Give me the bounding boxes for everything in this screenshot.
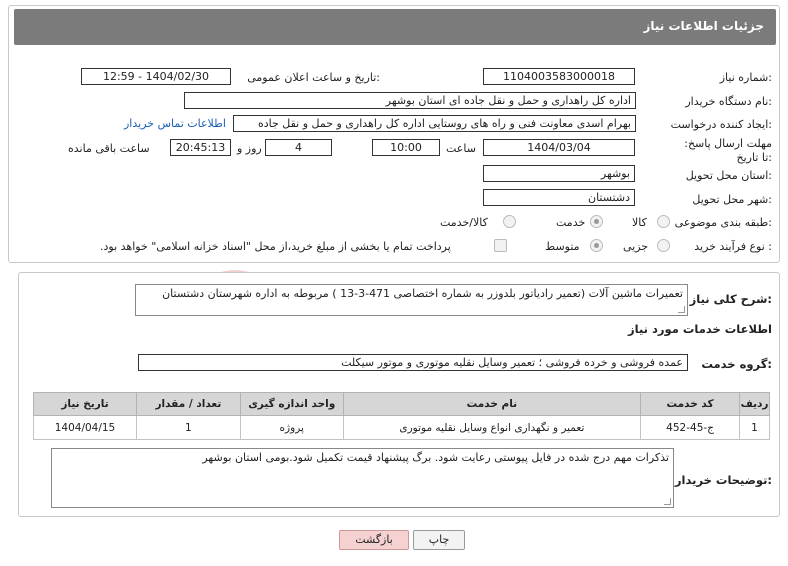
summary-text: تعمیرات ماشین آلات (تعمیر رادیاتور بلدوز… xyxy=(162,287,683,300)
deadline-time-label: ساعت xyxy=(446,142,476,155)
category-option-goods: کالا xyxy=(632,216,647,229)
announce-field[interactable]: 1404/02/30 - 12:59 xyxy=(81,68,231,85)
category-label: طبقه بندی موضوعی: xyxy=(674,216,772,229)
announce-label: تاریخ و ساعت اعلان عمومی: xyxy=(247,71,380,84)
process-radio-minor[interactable] xyxy=(657,239,670,252)
back-button[interactable]: بازگشت xyxy=(339,530,409,550)
col-header-quantity: تعداد / مقدار xyxy=(135,392,241,416)
service-group-field[interactable]: عمده فروشی و خرده فروشی ؛ تعمیر وسایل نق… xyxy=(138,354,688,371)
category-radio-goods-service[interactable] xyxy=(503,215,516,228)
remaining-label: ساعت باقی مانده xyxy=(68,142,150,155)
service-group-label: گروه خدمت: xyxy=(701,357,772,371)
payment-note: پرداخت تمام یا بخشی از مبلغ خرید،از محل … xyxy=(100,240,451,253)
deadline-time-field[interactable]: 10:00 xyxy=(372,139,440,156)
city-field[interactable]: دشتستان xyxy=(483,189,635,206)
panel-header: جزئیات اطلاعات نیاز xyxy=(14,9,776,45)
process-radio-medium[interactable] xyxy=(590,239,603,252)
cell-service-code: ج-45-452 xyxy=(640,415,741,440)
deadline-date-field[interactable]: 1404/03/04 xyxy=(483,139,635,156)
remaining-time-field[interactable]: 20:45:13 xyxy=(170,139,231,156)
deadline-label: مهلت ارسال پاسخ: تا تاریخ: xyxy=(684,137,772,164)
buyer-notes-textarea[interactable]: تذکرات مهم درج شده در فایل پیوستی رعایت … xyxy=(51,448,674,508)
services-heading: اطلاعات خدمات مورد نیاز xyxy=(628,322,772,336)
buyer-notes-text: تذکرات مهم درج شده در فایل پیوستی رعایت … xyxy=(202,451,669,464)
creator-field[interactable]: بهرام اسدی معاونت فنی و راه های روستایی … xyxy=(233,115,636,132)
days-field[interactable]: 4 xyxy=(265,139,332,156)
process-option-medium: متوسط xyxy=(545,240,580,253)
cell-unit: پروژه xyxy=(239,415,344,440)
services-table: ردیف کد خدمت نام خدمت واحد اندازه گیری ت… xyxy=(33,392,770,440)
category-radio-service[interactable] xyxy=(590,215,603,228)
province-label: استان محل تحویل: xyxy=(685,169,772,182)
buyer-notes-label: توضیحات خریدار: xyxy=(674,473,772,487)
page-title: جزئیات اطلاعات نیاز xyxy=(643,19,764,33)
category-option-goods-service: کالا/خدمت xyxy=(440,216,488,229)
days-label: روز و xyxy=(237,142,262,155)
col-header-service-code: کد خدمت xyxy=(640,392,741,416)
col-header-need-date: تاریخ نیاز xyxy=(33,392,137,416)
buyer-org-label: نام دستگاه خریدار: xyxy=(685,95,772,108)
cell-row-number: 1 xyxy=(739,415,770,440)
table-header-row: ردیف کد خدمت نام خدمت واحد اندازه گیری ت… xyxy=(33,392,770,416)
need-number-label: شماره نیاز: xyxy=(719,71,772,84)
category-option-service: خدمت xyxy=(556,216,586,229)
process-label: نوع فرآیند خرید : xyxy=(694,240,772,253)
col-header-service-name: نام خدمت xyxy=(342,392,642,416)
cell-service-name: تعمیر و نگهداری انواع وسایل نقلیه موتوری xyxy=(342,415,642,440)
page: AriaTender.neT جزئیات اطلاعات نیاز شماره… xyxy=(0,0,788,566)
print-button[interactable]: چاپ xyxy=(413,530,465,550)
treasury-checkbox[interactable] xyxy=(494,239,507,252)
category-radio-goods[interactable] xyxy=(657,215,670,228)
col-header-row-number: ردیف xyxy=(739,392,770,416)
summary-label: شرح کلی نیاز: xyxy=(689,292,772,306)
resize-grip-icon[interactable] xyxy=(678,306,685,313)
contact-link[interactable]: اطلاعات تماس خریدار xyxy=(124,117,226,130)
table-row[interactable]: 1 ج-45-452 تعمیر و نگهداری انواع وسایل ن… xyxy=(33,415,770,440)
city-label: شهر محل تحویل: xyxy=(692,193,772,206)
need-number-field[interactable]: 1104003583000018 xyxy=(483,68,635,85)
creator-label: ایجاد کننده درخواست: xyxy=(670,118,772,131)
cell-need-date: 1404/04/15 xyxy=(33,415,137,440)
cell-quantity: 1 xyxy=(135,415,241,440)
resize-grip-icon[interactable] xyxy=(664,498,671,505)
summary-textarea[interactable]: تعمیرات ماشین آلات (تعمیر رادیاتور بلدوز… xyxy=(135,284,688,316)
col-header-unit: واحد اندازه گیری xyxy=(239,392,344,416)
process-option-minor: جزیی xyxy=(623,240,649,253)
province-field[interactable]: بوشهر xyxy=(483,165,635,182)
buyer-org-field[interactable]: اداره کل راهداری و حمل و نقل جاده ای است… xyxy=(184,92,636,109)
